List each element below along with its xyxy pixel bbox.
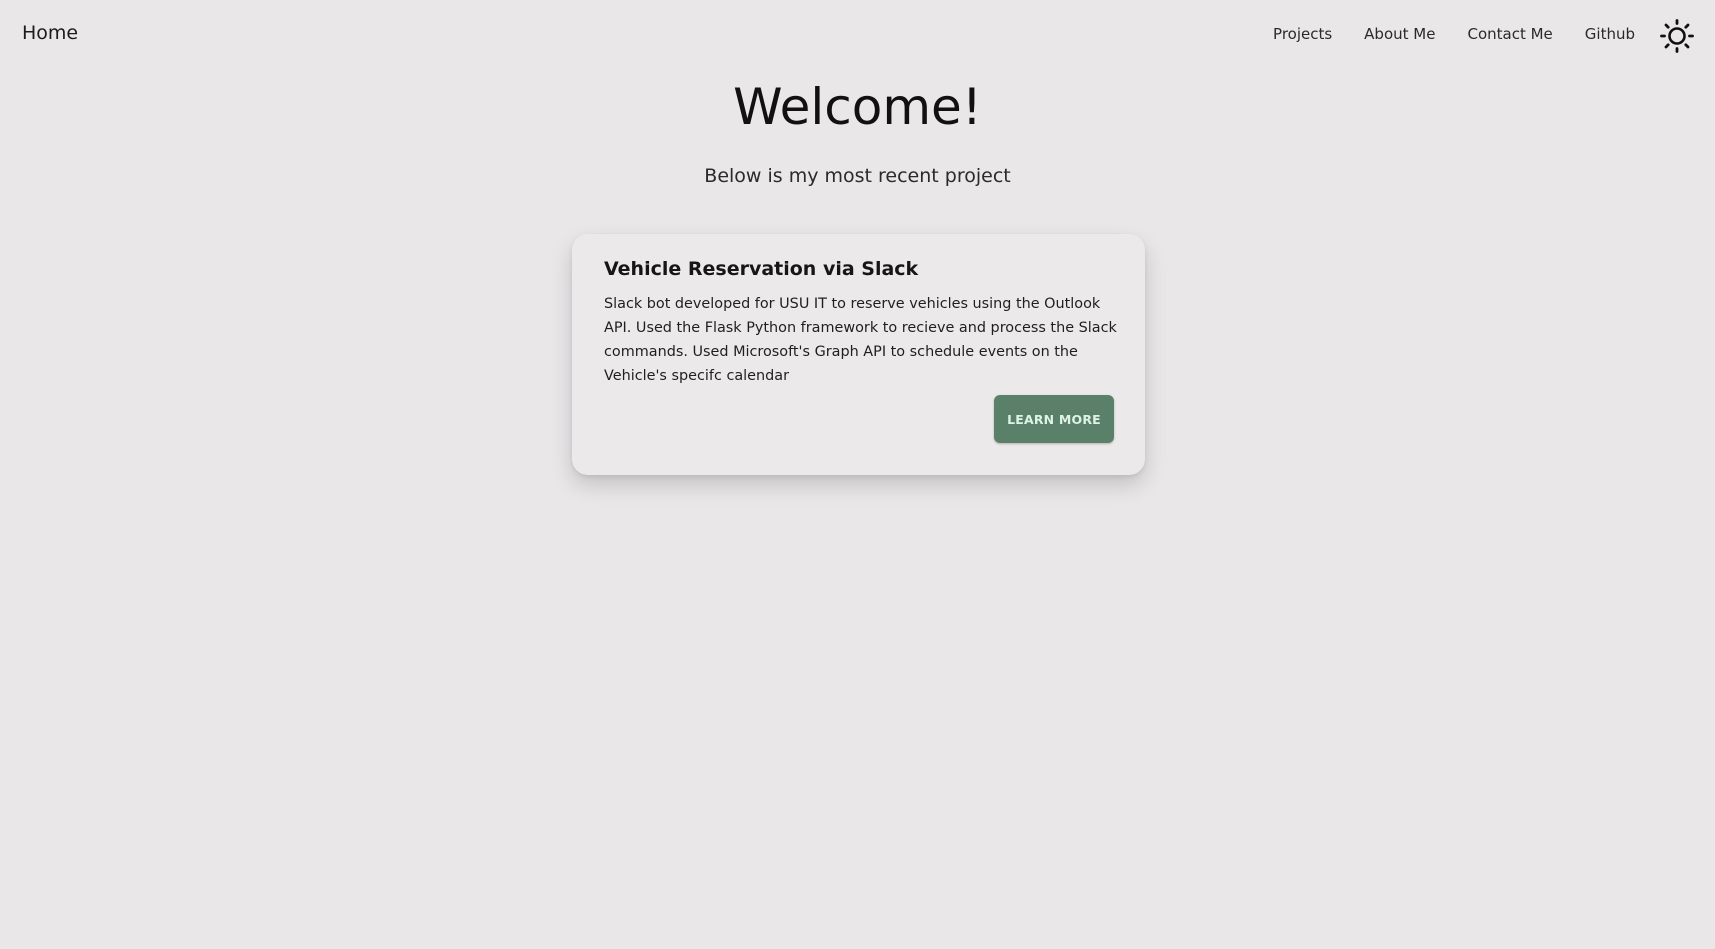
project-description: Slack bot developed for USU IT to reserv… (604, 296, 1117, 384)
page-title: Welcome! (733, 78, 982, 136)
home-link[interactable]: Home (22, 22, 78, 44)
project-title: Vehicle Reservation via Slack (604, 258, 919, 280)
nav-link-projects[interactable]: Projects (1273, 25, 1332, 43)
nav-link-about-me[interactable]: About Me (1364, 25, 1435, 43)
nav-links: Projects About Me Contact Me Github (1273, 25, 1635, 43)
project-card: Vehicle Reservation via Slack Slack bot … (572, 234, 1145, 475)
page-subtitle: Below is my most recent project (704, 165, 1011, 187)
nav-link-github[interactable]: Github (1585, 25, 1635, 43)
nav-link-contact-me[interactable]: Contact Me (1467, 25, 1552, 43)
learn-more-button[interactable]: LEARN MORE (994, 395, 1114, 443)
theme-toggle-button[interactable] (1659, 18, 1695, 54)
sun-icon (1660, 19, 1694, 53)
navbar: Home Projects About Me Contact Me Github (0, 0, 1715, 70)
